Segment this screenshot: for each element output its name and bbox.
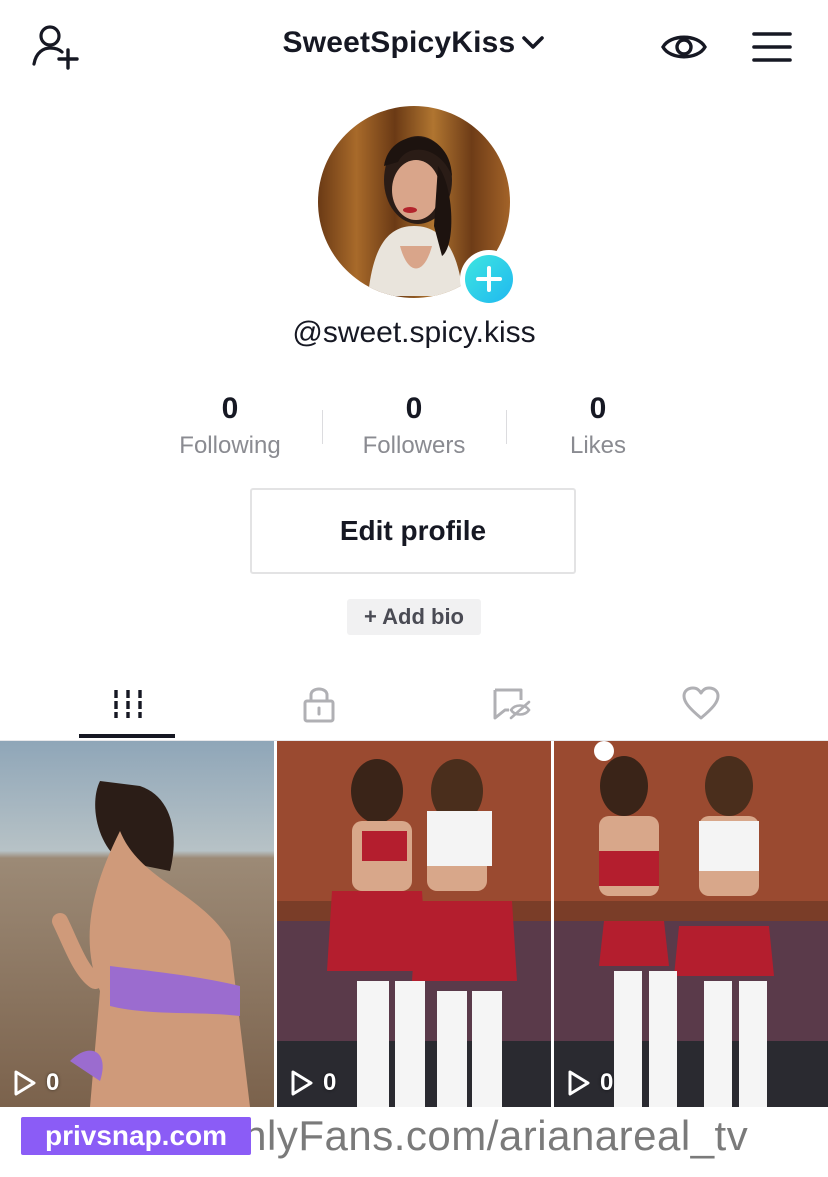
lock-icon <box>303 687 334 723</box>
hidden-bookmark-icon <box>493 688 531 720</box>
stat-following-label: Following <box>179 432 281 459</box>
play-icon <box>14 1070 36 1096</box>
view-count: 0 <box>289 1069 336 1097</box>
video-grid: 0 0 0 <box>0 741 828 1107</box>
stat-followers-value: 0 <box>405 392 423 425</box>
plus-icon <box>465 255 513 303</box>
stat-followers-label: Followers <box>362 432 466 459</box>
view-count-value: 0 <box>600 1069 614 1096</box>
view-count: 0 <box>566 1069 613 1097</box>
watermark-url: OnlyFans.com/arianareal_tv <box>210 1112 749 1159</box>
username-title: SweetSpicyKiss <box>282 26 516 59</box>
stat-likes-value: 0 <box>589 392 607 425</box>
heart-icon <box>682 686 719 720</box>
video-thumbnail[interactable]: 0 <box>554 741 828 1107</box>
content-tabs <box>0 668 828 741</box>
view-count-value: 0 <box>323 1069 337 1096</box>
add-photo-button[interactable] <box>460 250 518 308</box>
view-count-value: 0 <box>46 1069 60 1096</box>
tab-videos[interactable] <box>24 668 231 740</box>
tab-bookmarks[interactable] <box>407 668 614 740</box>
grid-icon <box>113 690 142 718</box>
play-icon <box>568 1070 590 1096</box>
stat-likes[interactable]: 0 Likes <box>506 390 690 464</box>
profile-stats: 0 Following 0 Followers 0 Likes <box>138 390 690 470</box>
chevron-down-icon <box>522 36 545 49</box>
active-tab-indicator <box>79 734 175 738</box>
menu-icon[interactable] <box>752 30 792 64</box>
stat-following[interactable]: 0 Following <box>138 390 322 464</box>
view-count: 0 <box>12 1069 59 1097</box>
top-bar: SweetSpicyKiss <box>0 0 828 96</box>
video-thumbnail[interactable]: 0 <box>277 741 551 1107</box>
video-thumbnail[interactable]: 0 <box>0 741 274 1107</box>
stat-likes-label: Likes <box>569 432 627 459</box>
tab-private[interactable] <box>215 668 422 740</box>
stat-following-value: 0 <box>221 392 239 425</box>
play-icon <box>291 1070 313 1096</box>
stat-followers[interactable]: 0 Followers <box>322 390 506 464</box>
add-bio-button[interactable]: + Add bio <box>347 599 481 635</box>
profile-handle: @sweet.spicy.kiss <box>292 316 536 349</box>
eye-icon[interactable] <box>660 28 708 66</box>
tab-liked[interactable] <box>597 668 804 740</box>
edit-profile-button[interactable]: Edit profile <box>250 488 576 574</box>
watermark-brand: privsnap.com <box>21 1117 251 1155</box>
